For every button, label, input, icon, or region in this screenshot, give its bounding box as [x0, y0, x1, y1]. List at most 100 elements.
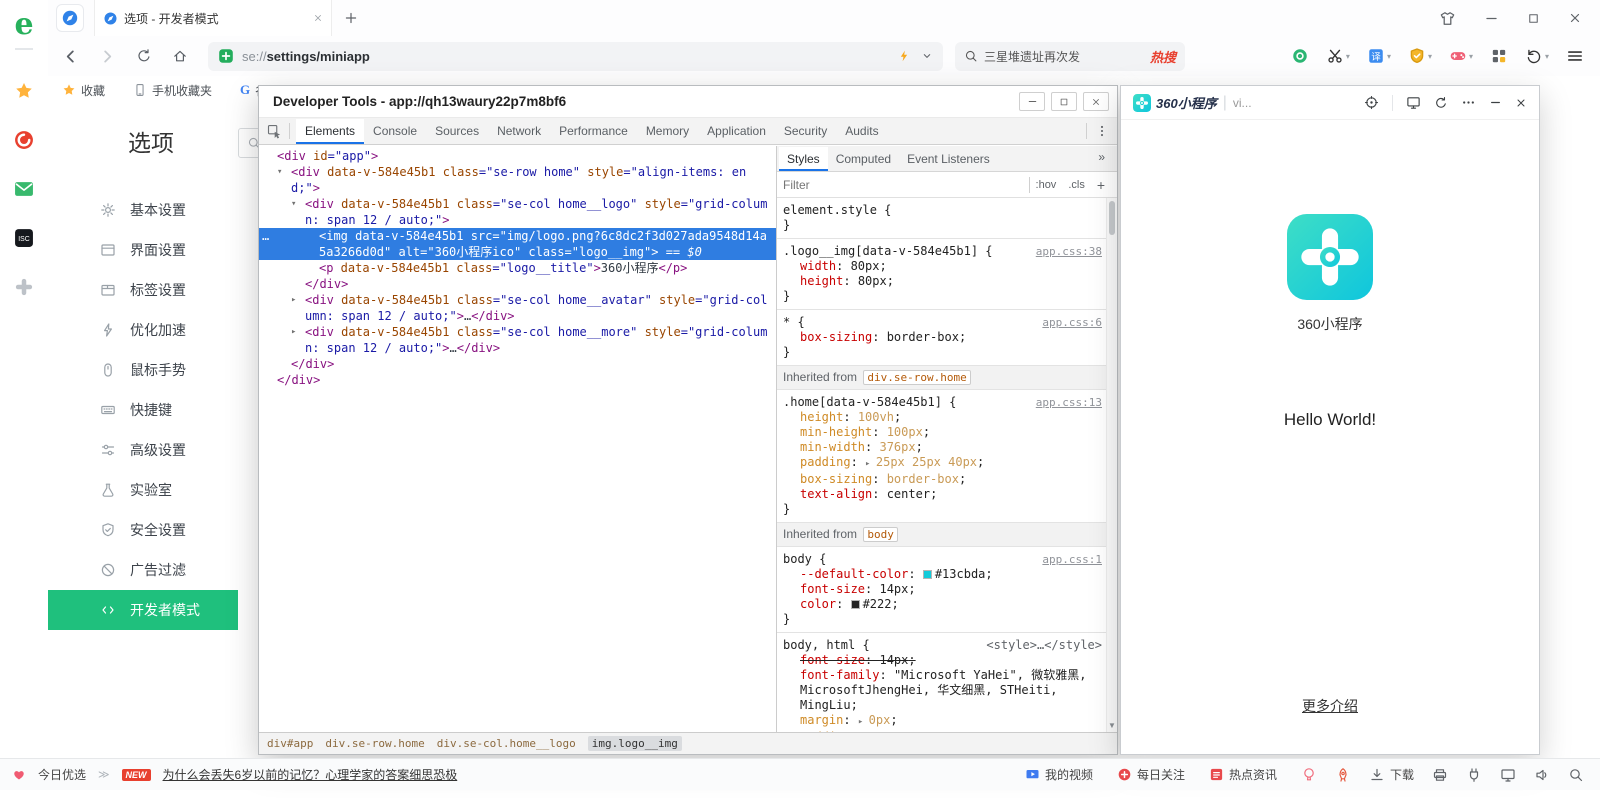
css-selector[interactable]: body — [783, 552, 812, 566]
styles-tab-event-listeners[interactable]: Event Listeners — [899, 147, 998, 171]
devtools-titlebar[interactable]: Developer Tools - app://qh13waury22p7m8b… — [259, 86, 1117, 118]
css-property[interactable]: box-sizing: border-box; — [783, 472, 1102, 487]
css-property[interactable]: text-align: center; — [783, 487, 1102, 502]
translate-button[interactable]: 译▾ — [1367, 47, 1391, 65]
skin-theme-icon[interactable] — [1439, 10, 1456, 27]
balloon-icon[interactable] — [1301, 767, 1317, 783]
stylesheet-link[interactable]: app.css:13 — [1036, 395, 1102, 410]
devtools-tab-elements[interactable]: Elements — [296, 119, 364, 144]
bottombar-item[interactable]: 每日关注 — [1117, 766, 1185, 783]
toggle-hover-button[interactable]: :hov — [1030, 179, 1063, 191]
styles-scrollbar[interactable]: ▼ — [1106, 198, 1117, 732]
download-label[interactable]: 下载 — [1390, 766, 1414, 783]
css-property[interactable]: height: 100vh; — [783, 410, 1102, 425]
devtools-tab-performance[interactable]: Performance — [550, 119, 637, 144]
dom-node[interactable]: ▸<div data-v-584e45b1 class="se-col home… — [259, 324, 776, 356]
site-safety-icon[interactable] — [218, 48, 234, 64]
minimize-icon[interactable] — [1484, 11, 1499, 26]
styles-tab-styles[interactable]: Styles — [779, 147, 828, 171]
devtools-tab-console[interactable]: Console — [364, 119, 426, 144]
favorites-star-icon[interactable] — [13, 80, 35, 102]
devtools-tab-memory[interactable]: Memory — [637, 119, 698, 144]
dropdown-caret-icon[interactable]: ▾ — [1545, 52, 1549, 61]
css-property[interactable]: height: 80px; — [783, 274, 1102, 289]
devtools-tab-network[interactable]: Network — [488, 119, 550, 144]
css-property[interactable]: color: #222; — [783, 597, 1102, 612]
search-icon[interactable] — [1568, 767, 1584, 783]
stylesheet-link[interactable]: app.css:1 — [1042, 552, 1102, 567]
miniapp-gray-icon[interactable] — [13, 276, 35, 298]
css-property[interactable]: min-height: 100px; — [783, 425, 1102, 440]
security-button[interactable]: ▾ — [1408, 47, 1432, 65]
sidebar-item[interactable]: 鼠标手势 — [48, 350, 238, 390]
devtools-tab-application[interactable]: Application — [698, 119, 775, 144]
browser-logo[interactable]: e — [14, 10, 33, 40]
games-button[interactable]: ▾ — [1449, 47, 1473, 65]
cast-screen-icon[interactable] — [1406, 95, 1421, 110]
sidebar-item[interactable]: 快捷键 — [48, 390, 238, 430]
scrollbar-down-icon[interactable]: ▼ — [1107, 721, 1117, 730]
browser-tab[interactable]: 选项 - 开发者模式 — [94, 0, 332, 36]
devtools-menu-icon[interactable] — [1095, 124, 1109, 138]
node-more-icon[interactable]: … — [262, 228, 270, 244]
breadcrumb-item[interactable]: img.logo__img — [588, 736, 682, 751]
css-property[interactable]: font-size: 14px; — [783, 582, 1102, 597]
dropdown-caret-icon[interactable]: ▾ — [1469, 52, 1473, 61]
more-intro-link[interactable]: 更多介绍 — [1121, 696, 1539, 716]
dropdown-caret-icon[interactable]: ▾ — [1428, 52, 1432, 61]
miniapp-refresh-icon[interactable] — [1434, 96, 1448, 110]
back-icon[interactable] — [62, 48, 79, 65]
live-button[interactable] — [1291, 47, 1309, 65]
css-selector[interactable]: element.style — [783, 203, 877, 217]
refresh-icon[interactable] — [136, 48, 152, 64]
dom-node[interactable]: ▸<div data-v-584e45b1 class="se-col home… — [259, 292, 776, 324]
reopen-closed-button[interactable]: ▾ — [1525, 47, 1549, 65]
collapse-arrow-icon[interactable]: ▸ — [291, 292, 296, 308]
css-selector[interactable]: .logo__img[data-v-584e45b1] — [783, 244, 978, 258]
scrollbar-thumb[interactable] — [1109, 201, 1115, 235]
sidebar-item[interactable]: 开发者模式 — [48, 590, 238, 630]
collapse-chevrons-icon[interactable]: ≫ — [98, 768, 110, 781]
download-icon[interactable] — [1369, 767, 1385, 783]
sidebar-item[interactable]: 优化加速 — [48, 310, 238, 350]
inherited-node-link[interactable]: body — [863, 527, 898, 542]
close-icon[interactable] — [1568, 11, 1582, 25]
miniapp-titlebar[interactable]: 360小程序 | vi... — [1121, 86, 1539, 120]
styles-tab-computed[interactable]: Computed — [828, 147, 899, 171]
dom-node[interactable]: <p data-v-584e45b1 class="logo__title">3… — [259, 260, 776, 276]
sidebar-item[interactable]: 实验室 — [48, 470, 238, 510]
inspect-element-icon[interactable] — [259, 124, 289, 139]
css-property[interactable]: min-width: 376px; — [783, 440, 1102, 455]
css-selector[interactable]: body, html — [783, 638, 855, 652]
mail-icon[interactable] — [13, 178, 35, 200]
screenshot-tool-button[interactable]: ▾ — [1326, 47, 1350, 65]
devtools-tab-security[interactable]: Security — [775, 119, 836, 144]
pinned-app-button[interactable] — [56, 4, 84, 32]
speed-mode-icon[interactable] — [897, 49, 911, 63]
bottombar-item[interactable]: 热点资讯 — [1209, 766, 1277, 783]
dom-node[interactable]: </div> — [259, 276, 776, 292]
css-property[interactable]: font-family: "Microsoft YaHei", 微软雅黑, Mi… — [783, 668, 1102, 713]
sidebar-item[interactable]: 标签设置 — [48, 270, 238, 310]
inherited-node-link[interactable]: div.se-row.home — [863, 370, 970, 385]
stylesheet-link[interactable]: app.css:38 — [1036, 244, 1102, 259]
devtools-minimize-icon[interactable] — [1019, 92, 1045, 111]
dropdown-caret-icon[interactable]: ▾ — [1387, 52, 1391, 61]
new-style-rule-button[interactable]: + — [1091, 177, 1111, 193]
collapse-arrow-icon[interactable]: ▸ — [291, 324, 296, 340]
devtools-tab-audits[interactable]: Audits — [836, 119, 887, 144]
tabs-overflow-icon[interactable]: » — [1098, 150, 1115, 164]
bookmark-item[interactable]: 收藏 — [62, 82, 105, 99]
locate-icon[interactable] — [1364, 95, 1379, 110]
toggle-class-button[interactable]: .cls — [1062, 179, 1091, 191]
dom-node[interactable]: <div id="app"> — [259, 148, 776, 164]
dom-node[interactable]: ▾<div data-v-584e45b1 class="se-row home… — [259, 164, 776, 196]
stylesheet-link[interactable]: <style>…</style> — [986, 638, 1102, 653]
sidebar-item[interactable]: 安全设置 — [48, 510, 238, 550]
address-bar[interactable]: se://settings/miniapp — [208, 42, 943, 71]
isc-icon[interactable]: ISC — [13, 227, 35, 249]
miniapp-minimize-icon[interactable] — [1489, 96, 1502, 109]
css-property[interactable]: width: 80px; — [783, 259, 1102, 274]
rocket-icon[interactable] — [1335, 767, 1351, 783]
breadcrumb-item[interactable]: div.se-col.home__logo — [437, 737, 576, 750]
